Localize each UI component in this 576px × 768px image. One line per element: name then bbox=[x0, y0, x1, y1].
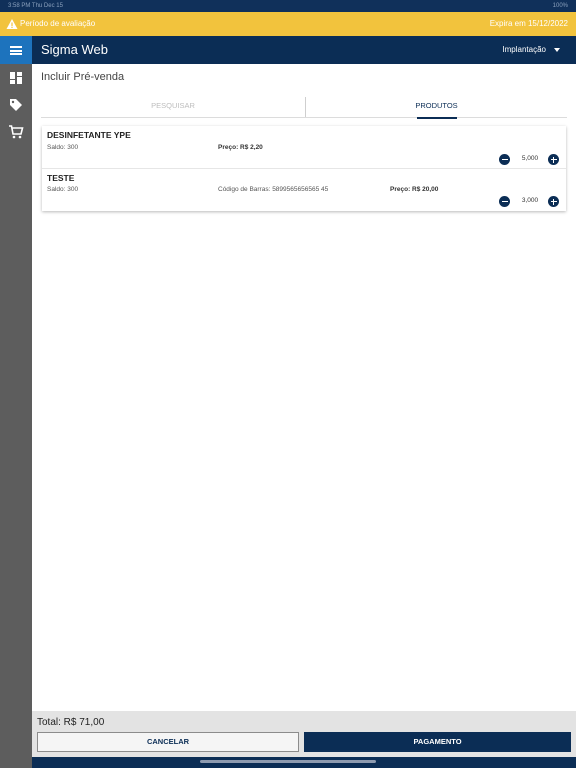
trial-message: Período de avaliação bbox=[20, 19, 96, 28]
dashboard-icon[interactable] bbox=[8, 70, 24, 86]
menu-button[interactable] bbox=[0, 36, 32, 64]
battery-level: 100% bbox=[552, 3, 568, 9]
trial-expiration: Expira em 15/12/2022 bbox=[489, 19, 568, 28]
tab-bar: PESQUISAR PRODUTOS bbox=[41, 96, 567, 119]
decrease-quantity-button[interactable] bbox=[499, 196, 510, 207]
sidebar bbox=[0, 36, 32, 768]
warning-icon bbox=[6, 19, 18, 29]
list-item: TESTE Saldo: 300 Código de Barras: 58995… bbox=[42, 168, 566, 211]
unit-selector[interactable]: Implantação bbox=[502, 36, 560, 64]
payment-button[interactable]: PAGAMENTO bbox=[304, 732, 571, 752]
product-barcode: Código de Barras: 5899565656565 45 bbox=[218, 186, 329, 193]
status-time: 3:58 PM Thu Dec 15 bbox=[8, 3, 63, 9]
app-header: Sigma Web Implantação bbox=[32, 36, 576, 64]
footer-bar: Total: R$ 71,00 CANCELAR PAGAMENTO bbox=[32, 711, 576, 768]
device-status-bar: 3:58 PM Thu Dec 15 100% bbox=[0, 0, 576, 12]
product-quantity[interactable]: 3,000 bbox=[518, 197, 542, 204]
product-stock: Saldo: 300 bbox=[47, 144, 79, 151]
bottom-bar bbox=[32, 757, 576, 768]
increase-quantity-button[interactable] bbox=[548, 154, 559, 165]
list-item: DESINFETANTE YPE Saldo: 300 Preço: R$ 2,… bbox=[42, 126, 566, 168]
chevron-down-icon bbox=[554, 47, 560, 52]
product-list: DESINFETANTE YPE Saldo: 300 Preço: R$ 2,… bbox=[42, 126, 566, 211]
home-indicator[interactable] bbox=[200, 760, 376, 763]
page-title: Incluir Pré-venda bbox=[41, 71, 125, 83]
decrease-quantity-button[interactable] bbox=[499, 154, 510, 165]
tab-search[interactable]: PESQUISAR bbox=[41, 96, 305, 118]
increase-quantity-button[interactable] bbox=[548, 196, 559, 207]
cart-icon[interactable] bbox=[8, 124, 24, 140]
cancel-button[interactable]: CANCELAR bbox=[37, 732, 299, 752]
product-quantity[interactable]: 5,000 bbox=[518, 155, 542, 162]
active-tab-indicator bbox=[417, 117, 457, 119]
unit-label: Implantação bbox=[502, 45, 546, 54]
product-name: TESTE bbox=[47, 173, 75, 183]
order-total: Total: R$ 71,00 bbox=[37, 717, 105, 728]
product-stock: Saldo: 300 bbox=[47, 186, 79, 193]
product-name: DESINFETANTE YPE bbox=[47, 130, 131, 140]
tab-products-label: PRODUTOS bbox=[415, 101, 458, 110]
product-price: Preço: R$ 20,00 bbox=[390, 186, 439, 193]
tag-icon[interactable] bbox=[8, 97, 24, 113]
app-title: Sigma Web bbox=[41, 42, 108, 57]
product-price: Preço: R$ 2,20 bbox=[218, 144, 263, 151]
trial-banner: Período de avaliação Expira em 15/12/202… bbox=[0, 12, 576, 36]
tab-products[interactable]: PRODUTOS bbox=[306, 96, 567, 119]
